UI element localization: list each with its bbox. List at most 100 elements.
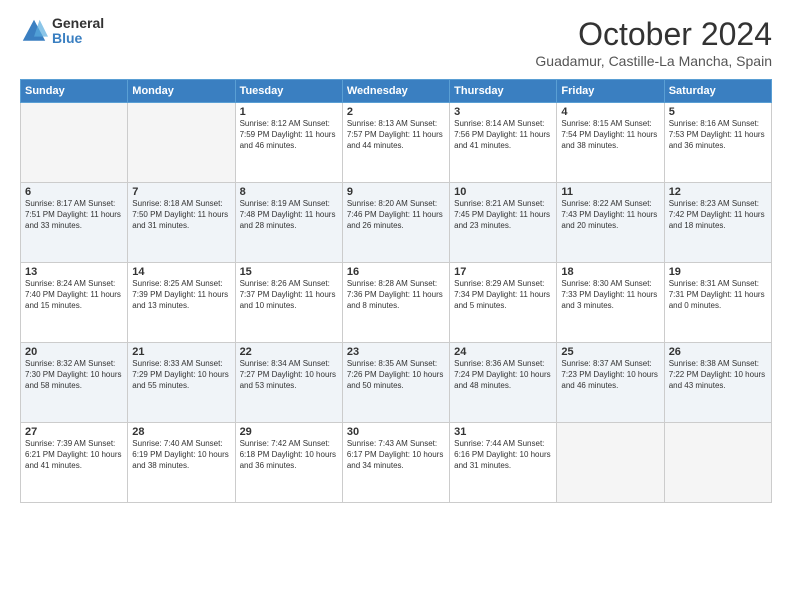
calendar-cell: 19Sunrise: 8:31 AM Sunset: 7:31 PM Dayli… <box>664 263 771 343</box>
day-number: 8 <box>240 186 338 198</box>
day-info: Sunrise: 8:22 AM Sunset: 7:43 PM Dayligh… <box>561 199 659 231</box>
day-number: 26 <box>669 346 767 358</box>
day-info: Sunrise: 8:29 AM Sunset: 7:34 PM Dayligh… <box>454 279 552 311</box>
month-title: October 2024 <box>535 16 772 53</box>
day-number: 27 <box>25 426 123 438</box>
calendar-cell: 5Sunrise: 8:16 AM Sunset: 7:53 PM Daylig… <box>664 103 771 183</box>
calendar-cell: 28Sunrise: 7:40 AM Sunset: 6:19 PM Dayli… <box>128 423 235 503</box>
calendar-cell: 26Sunrise: 8:38 AM Sunset: 7:22 PM Dayli… <box>664 343 771 423</box>
header-friday: Friday <box>557 80 664 103</box>
day-info: Sunrise: 8:36 AM Sunset: 7:24 PM Dayligh… <box>454 359 552 391</box>
calendar-cell: 15Sunrise: 8:26 AM Sunset: 7:37 PM Dayli… <box>235 263 342 343</box>
day-number: 12 <box>669 186 767 198</box>
calendar-cell: 29Sunrise: 7:42 AM Sunset: 6:18 PM Dayli… <box>235 423 342 503</box>
calendar-cell: 25Sunrise: 8:37 AM Sunset: 7:23 PM Dayli… <box>557 343 664 423</box>
calendar-cell: 18Sunrise: 8:30 AM Sunset: 7:33 PM Dayli… <box>557 263 664 343</box>
day-number: 10 <box>454 186 552 198</box>
calendar-cell: 20Sunrise: 8:32 AM Sunset: 7:30 PM Dayli… <box>21 343 128 423</box>
day-number: 16 <box>347 266 445 278</box>
day-number: 21 <box>132 346 230 358</box>
day-info: Sunrise: 8:30 AM Sunset: 7:33 PM Dayligh… <box>561 279 659 311</box>
calendar-cell <box>128 103 235 183</box>
calendar-cell: 23Sunrise: 8:35 AM Sunset: 7:26 PM Dayli… <box>342 343 449 423</box>
day-number: 4 <box>561 106 659 118</box>
day-number: 11 <box>561 186 659 198</box>
calendar-cell: 3Sunrise: 8:14 AM Sunset: 7:56 PM Daylig… <box>450 103 557 183</box>
calendar-week-1: 6Sunrise: 8:17 AM Sunset: 7:51 PM Daylig… <box>21 183 772 263</box>
day-info: Sunrise: 8:25 AM Sunset: 7:39 PM Dayligh… <box>132 279 230 311</box>
calendar-cell: 21Sunrise: 8:33 AM Sunset: 7:29 PM Dayli… <box>128 343 235 423</box>
day-info: Sunrise: 8:14 AM Sunset: 7:56 PM Dayligh… <box>454 119 552 151</box>
calendar-cell: 31Sunrise: 7:44 AM Sunset: 6:16 PM Dayli… <box>450 423 557 503</box>
calendar-cell: 6Sunrise: 8:17 AM Sunset: 7:51 PM Daylig… <box>21 183 128 263</box>
day-number: 9 <box>347 186 445 198</box>
calendar-cell: 13Sunrise: 8:24 AM Sunset: 7:40 PM Dayli… <box>21 263 128 343</box>
day-number: 2 <box>347 106 445 118</box>
day-number: 18 <box>561 266 659 278</box>
calendar-cell: 9Sunrise: 8:20 AM Sunset: 7:46 PM Daylig… <box>342 183 449 263</box>
calendar-cell: 14Sunrise: 8:25 AM Sunset: 7:39 PM Dayli… <box>128 263 235 343</box>
calendar-week-2: 13Sunrise: 8:24 AM Sunset: 7:40 PM Dayli… <box>21 263 772 343</box>
header-thursday: Thursday <box>450 80 557 103</box>
calendar-cell <box>21 103 128 183</box>
day-number: 29 <box>240 426 338 438</box>
calendar-cell: 27Sunrise: 7:39 AM Sunset: 6:21 PM Dayli… <box>21 423 128 503</box>
calendar-table: Sunday Monday Tuesday Wednesday Thursday… <box>20 79 772 503</box>
header-wednesday: Wednesday <box>342 80 449 103</box>
day-info: Sunrise: 7:42 AM Sunset: 6:18 PM Dayligh… <box>240 439 338 471</box>
calendar-cell: 30Sunrise: 7:43 AM Sunset: 6:17 PM Dayli… <box>342 423 449 503</box>
day-number: 19 <box>669 266 767 278</box>
calendar-cell: 22Sunrise: 8:34 AM Sunset: 7:27 PM Dayli… <box>235 343 342 423</box>
header-tuesday: Tuesday <box>235 80 342 103</box>
calendar-cell: 8Sunrise: 8:19 AM Sunset: 7:48 PM Daylig… <box>235 183 342 263</box>
day-number: 30 <box>347 426 445 438</box>
day-info: Sunrise: 8:24 AM Sunset: 7:40 PM Dayligh… <box>25 279 123 311</box>
day-info: Sunrise: 8:18 AM Sunset: 7:50 PM Dayligh… <box>132 199 230 231</box>
day-info: Sunrise: 8:38 AM Sunset: 7:22 PM Dayligh… <box>669 359 767 391</box>
day-info: Sunrise: 8:23 AM Sunset: 7:42 PM Dayligh… <box>669 199 767 231</box>
calendar-cell: 4Sunrise: 8:15 AM Sunset: 7:54 PM Daylig… <box>557 103 664 183</box>
calendar-cell: 2Sunrise: 8:13 AM Sunset: 7:57 PM Daylig… <box>342 103 449 183</box>
day-info: Sunrise: 8:13 AM Sunset: 7:57 PM Dayligh… <box>347 119 445 151</box>
day-number: 24 <box>454 346 552 358</box>
calendar-week-4: 27Sunrise: 7:39 AM Sunset: 6:21 PM Dayli… <box>21 423 772 503</box>
calendar-cell: 10Sunrise: 8:21 AM Sunset: 7:45 PM Dayli… <box>450 183 557 263</box>
day-info: Sunrise: 8:26 AM Sunset: 7:37 PM Dayligh… <box>240 279 338 311</box>
day-number: 13 <box>25 266 123 278</box>
header-saturday: Saturday <box>664 80 771 103</box>
day-info: Sunrise: 8:35 AM Sunset: 7:26 PM Dayligh… <box>347 359 445 391</box>
header-sunday: Sunday <box>21 80 128 103</box>
logo-general-text: General <box>52 16 104 31</box>
day-info: Sunrise: 7:43 AM Sunset: 6:17 PM Dayligh… <box>347 439 445 471</box>
day-info: Sunrise: 8:15 AM Sunset: 7:54 PM Dayligh… <box>561 119 659 151</box>
calendar-week-0: 1Sunrise: 8:12 AM Sunset: 7:59 PM Daylig… <box>21 103 772 183</box>
calendar-cell <box>664 423 771 503</box>
page-header: General Blue October 2024 Guadamur, Cast… <box>20 16 772 69</box>
calendar-cell: 16Sunrise: 8:28 AM Sunset: 7:36 PM Dayli… <box>342 263 449 343</box>
day-number: 3 <box>454 106 552 118</box>
day-number: 1 <box>240 106 338 118</box>
calendar-week-3: 20Sunrise: 8:32 AM Sunset: 7:30 PM Dayli… <box>21 343 772 423</box>
day-number: 23 <box>347 346 445 358</box>
calendar-cell <box>557 423 664 503</box>
day-info: Sunrise: 8:37 AM Sunset: 7:23 PM Dayligh… <box>561 359 659 391</box>
day-info: Sunrise: 8:34 AM Sunset: 7:27 PM Dayligh… <box>240 359 338 391</box>
logo: General Blue <box>20 16 104 47</box>
day-info: Sunrise: 8:17 AM Sunset: 7:51 PM Dayligh… <box>25 199 123 231</box>
day-info: Sunrise: 7:44 AM Sunset: 6:16 PM Dayligh… <box>454 439 552 471</box>
day-info: Sunrise: 8:12 AM Sunset: 7:59 PM Dayligh… <box>240 119 338 151</box>
day-number: 15 <box>240 266 338 278</box>
day-info: Sunrise: 8:21 AM Sunset: 7:45 PM Dayligh… <box>454 199 552 231</box>
day-number: 17 <box>454 266 552 278</box>
day-info: Sunrise: 7:40 AM Sunset: 6:19 PM Dayligh… <box>132 439 230 471</box>
calendar-cell: 7Sunrise: 8:18 AM Sunset: 7:50 PM Daylig… <box>128 183 235 263</box>
day-number: 7 <box>132 186 230 198</box>
day-number: 25 <box>561 346 659 358</box>
location-text: Guadamur, Castille-La Mancha, Spain <box>535 53 772 69</box>
day-info: Sunrise: 7:39 AM Sunset: 6:21 PM Dayligh… <box>25 439 123 471</box>
calendar-cell: 17Sunrise: 8:29 AM Sunset: 7:34 PM Dayli… <box>450 263 557 343</box>
logo-icon <box>20 17 48 45</box>
day-number: 28 <box>132 426 230 438</box>
calendar-cell: 12Sunrise: 8:23 AM Sunset: 7:42 PM Dayli… <box>664 183 771 263</box>
calendar-cell: 1Sunrise: 8:12 AM Sunset: 7:59 PM Daylig… <box>235 103 342 183</box>
